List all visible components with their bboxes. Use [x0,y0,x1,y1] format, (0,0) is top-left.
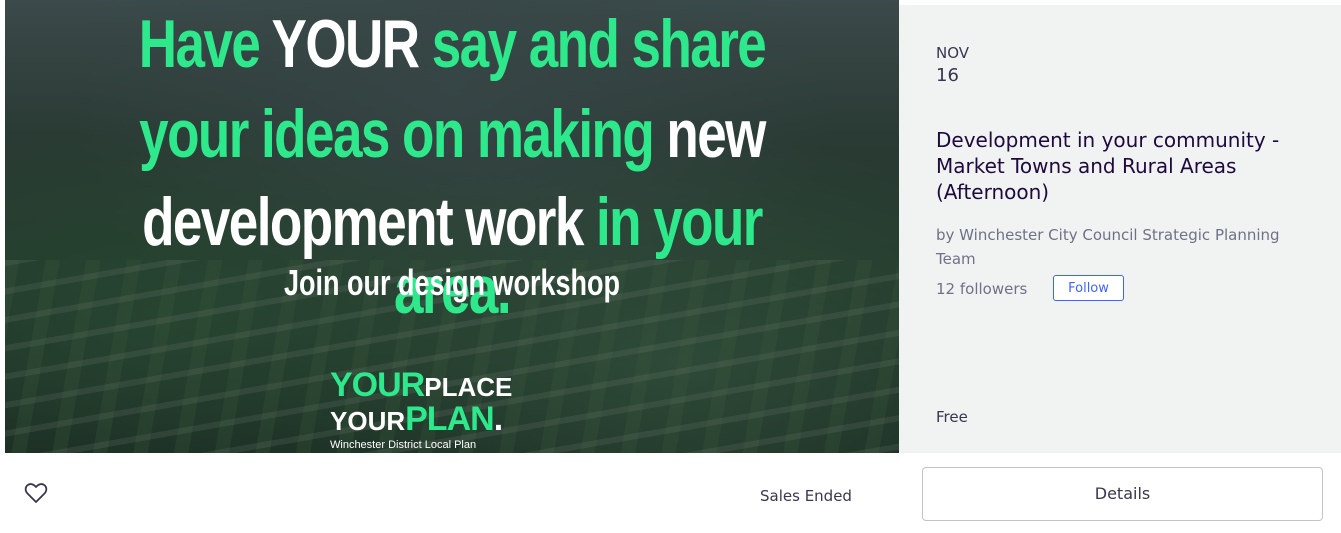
banner-headline-line2: your ideas on making new [139,96,766,172]
event-month: NOV [936,44,970,62]
event-title[interactable]: Development in your community - Market T… [936,127,1321,205]
banner-headline-line1: Have YOUR say and share [138,6,767,82]
sales-status: Sales Ended [760,487,852,505]
follow-button[interactable]: Follow [1053,275,1124,301]
event-banner-image[interactable]: Have YOUR say and share your ideas on ma… [5,0,899,453]
event-price: Free [936,408,968,426]
event-info-panel: NOV 16 Development in your community - M… [899,5,1341,453]
heart-outline-icon[interactable] [24,482,48,504]
event-day: 16 [936,65,959,86]
follower-count: 12 followers [936,280,1028,298]
organizer-name[interactable]: by Winchester City Council Strategic Pla… [936,223,1286,271]
details-button[interactable]: Details [922,467,1323,521]
your-place-your-plan-logo: YOURPLACE YOURPLAN. Winchester District … [330,366,513,451]
banner-subheadline: Join our design workshop [283,262,621,303]
